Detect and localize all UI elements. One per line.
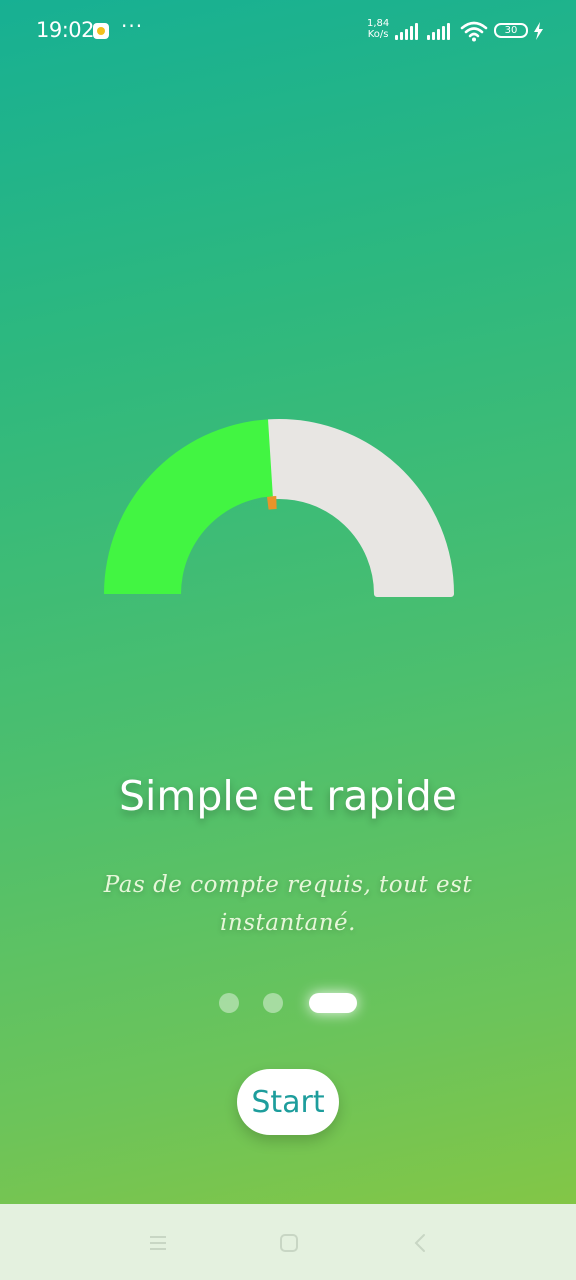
more-notifications-icon: ··· (121, 14, 144, 38)
status-bar: 19:02 ··· 1,84 Ko/s 30 (0, 0, 576, 62)
start-button[interactable]: Start (237, 1069, 339, 1135)
signal-icon (395, 22, 421, 40)
speed-gauge (104, 419, 454, 597)
status-time: 19:02 (36, 18, 95, 42)
notification-app-icon (93, 23, 109, 39)
network-speed-value: 1,84 (367, 18, 390, 29)
signal-icon (427, 22, 453, 40)
page-indicator-dot-active (309, 993, 357, 1013)
battery-icon: 30 (494, 23, 528, 38)
menu-icon[interactable] (147, 1232, 169, 1254)
charging-icon (534, 22, 543, 40)
gauge-fill (104, 419, 273, 594)
page-indicator-dot (219, 993, 239, 1013)
navigation-bar (0, 1204, 576, 1280)
home-icon[interactable] (278, 1232, 300, 1254)
wifi-icon (460, 21, 488, 42)
network-speed-unit: Ko/s (367, 29, 389, 40)
onboarding-title: Simple et rapide (118, 772, 457, 820)
page-indicator-dot (263, 993, 283, 1013)
onboarding-subtitle: Pas de compte requis, tout est instantan… (103, 872, 473, 936)
back-icon[interactable] (410, 1232, 432, 1254)
gauge-needle (266, 496, 277, 510)
network-speed: 1,84 Ko/s (367, 18, 389, 40)
gauge-track (265, 419, 454, 597)
